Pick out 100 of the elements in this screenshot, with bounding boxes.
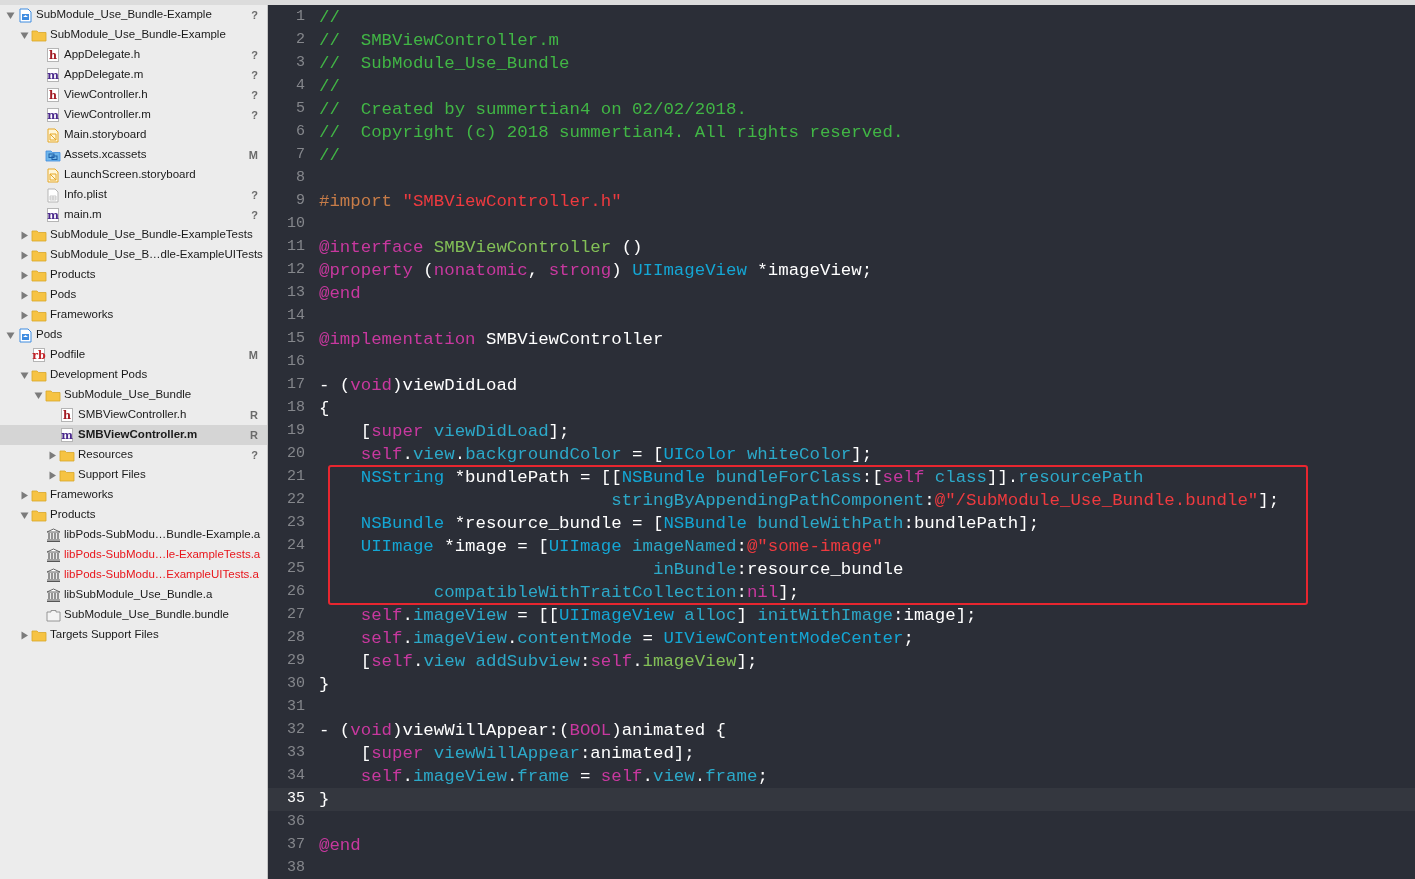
disclosure-triangle[interactable]: [47, 470, 57, 480]
navigator-row[interactable]: SubModule_Use_Bundle.bundle: [0, 605, 267, 625]
file-name: main.m: [64, 207, 102, 223]
library-icon: [45, 568, 61, 582]
navigator-row[interactable]: h ViewController.h ?: [0, 85, 267, 105]
code-line: [super viewWillAppear:animated];: [359, 743, 695, 765]
line-number: 34: [286, 766, 305, 787]
navigator-row[interactable]: Products: [0, 265, 267, 285]
bundle-icon: [45, 608, 61, 622]
line-number: 31: [286, 697, 305, 718]
disclosure-triangle[interactable]: [19, 270, 29, 280]
navigator-row[interactable]: libPods-SubModu…ExampleUITests.a: [0, 565, 267, 585]
disclosure-triangle[interactable]: [19, 310, 29, 320]
status-label: M: [248, 147, 258, 163]
navigator-row[interactable]: SubModule_Use_Bundle-ExampleTests: [0, 225, 267, 245]
navigator-row[interactable]: Products: [0, 505, 267, 525]
folder-icon: [31, 248, 47, 262]
code-line: {: [319, 398, 330, 420]
file-name: Main.storyboard: [64, 127, 147, 143]
file-name: SubModule_Use_Bundle-ExampleTests: [50, 227, 253, 243]
navigator-row[interactable]: Development Pods: [0, 365, 267, 385]
disclosure-triangle[interactable]: [19, 290, 29, 300]
status-label: ?: [251, 87, 258, 103]
navigator-row[interactable]: h AppDelegate.h ?: [0, 45, 267, 65]
storyboard-file-icon: [47, 127, 59, 143]
folder-icon: [31, 488, 47, 502]
line-number: 24: [286, 536, 305, 557]
navigator-row[interactable]: libPods-SubModu…le-ExampleTests.a: [0, 545, 267, 565]
navigator-row[interactable]: m AppDelegate.m ?: [0, 65, 267, 85]
line-number: 2: [295, 30, 305, 51]
file-name: Resources: [78, 447, 133, 463]
code-line: - (void)viewWillAppear:(BOOL)animated {: [319, 720, 727, 742]
navigator-row[interactable]: Targets Support Files: [0, 625, 267, 645]
disclosure-triangle[interactable]: [19, 370, 29, 380]
code-line: self.imageView = [[UIImageView alloc] initWithImage:image];: [359, 605, 977, 627]
file-name: SMBViewController.m: [78, 427, 198, 443]
line-number: 19: [286, 421, 305, 442]
code-line: @implementation SMBViewController: [319, 329, 664, 351]
disclosure-triangle[interactable]: [19, 30, 29, 40]
library-icon: [45, 588, 61, 602]
line-number: 8: [295, 168, 305, 189]
navigator-row[interactable]: LaunchScreen.storyboard: [0, 165, 267, 185]
navigator-row[interactable]: m main.m ?: [0, 205, 267, 225]
disclosure-triangle[interactable]: [19, 510, 29, 520]
navigator-row[interactable]: m SMBViewController.m R: [0, 425, 267, 445]
disclosure-triangle[interactable]: [19, 230, 29, 240]
navigator-row[interactable]: Frameworks: [0, 305, 267, 325]
status-label: ?: [251, 107, 258, 123]
disclosure-triangle[interactable]: [33, 390, 43, 400]
file-name: SubModule_Use_B…dle-ExampleUITests: [50, 247, 263, 263]
navigator-row[interactable]: SubModule_Use_Bundle-Example: [0, 25, 267, 45]
navigator-row[interactable]: Assets.xcassets M: [0, 145, 267, 165]
navigator-row[interactable]: Frameworks: [0, 485, 267, 505]
file-name: Support Files: [78, 467, 146, 483]
navigator-row[interactable]: Resources ?: [0, 445, 267, 465]
code-line: UIImage *image = [UIImage imageNamed:@"some-image": [359, 536, 883, 558]
line-number: 15: [286, 329, 305, 350]
folder-icon: [31, 288, 47, 302]
line-number: 21: [286, 467, 305, 488]
navigator-row[interactable]: SubModule_Use_Bundle-Example ?: [0, 5, 267, 25]
disclosure-triangle[interactable]: [19, 630, 29, 640]
file-name: ViewController.m: [64, 107, 151, 123]
file-name: Pods: [36, 327, 63, 343]
folder-icon: [31, 228, 47, 242]
folder-icon: [31, 308, 47, 322]
navigator-row[interactable]: m ViewController.m ?: [0, 105, 267, 125]
code-line: //: [319, 145, 340, 167]
code-line: #import "SMBViewController.h": [319, 191, 622, 213]
disclosure-triangle[interactable]: [19, 250, 29, 260]
navigator-row[interactable]: Pods: [0, 285, 267, 305]
navigator-row[interactable]: Main.storyboard: [0, 125, 267, 145]
code-line: // Created by summertian4 on 02/02/2018.: [319, 99, 747, 121]
navigator-row[interactable]: libSubModule_Use_Bundle.a: [0, 585, 267, 605]
folder-icon: [31, 508, 47, 522]
navigator-row[interactable]: SubModule_Use_Bundle: [0, 385, 267, 405]
disclosure-triangle[interactable]: [47, 450, 57, 460]
disclosure-triangle[interactable]: [5, 330, 15, 340]
navigator-row[interactable]: rb Podfile M: [0, 345, 267, 365]
disclosure-triangle[interactable]: [5, 10, 15, 20]
line-number: 13: [286, 283, 305, 304]
source-file-icon: m: [61, 428, 73, 442]
file-name: Podfile: [50, 347, 86, 363]
line-number: 6: [295, 122, 305, 143]
code-line: @end: [319, 283, 361, 305]
line-number: 33: [286, 743, 305, 764]
line-number: 5: [295, 99, 305, 120]
line-number: 9: [295, 191, 305, 212]
line-number: 23: [286, 513, 305, 534]
status-label: ?: [251, 207, 258, 223]
navigator-row[interactable]: Info.plist ?: [0, 185, 267, 205]
navigator-row[interactable]: h SMBViewController.h R: [0, 405, 267, 425]
code-line: //: [319, 76, 340, 98]
line-number: 38: [286, 858, 305, 879]
disclosure-triangle[interactable]: [19, 490, 29, 500]
navigator-row[interactable]: Pods: [0, 325, 267, 345]
status-label: R: [250, 427, 258, 443]
navigator-row[interactable]: SubModule_Use_B…dle-ExampleUITests: [0, 245, 267, 265]
navigator-row[interactable]: Support Files: [0, 465, 267, 485]
navigator-row[interactable]: libPods-SubModu…Bundle-Example.a: [0, 525, 267, 545]
file-name: Pods: [50, 287, 77, 303]
